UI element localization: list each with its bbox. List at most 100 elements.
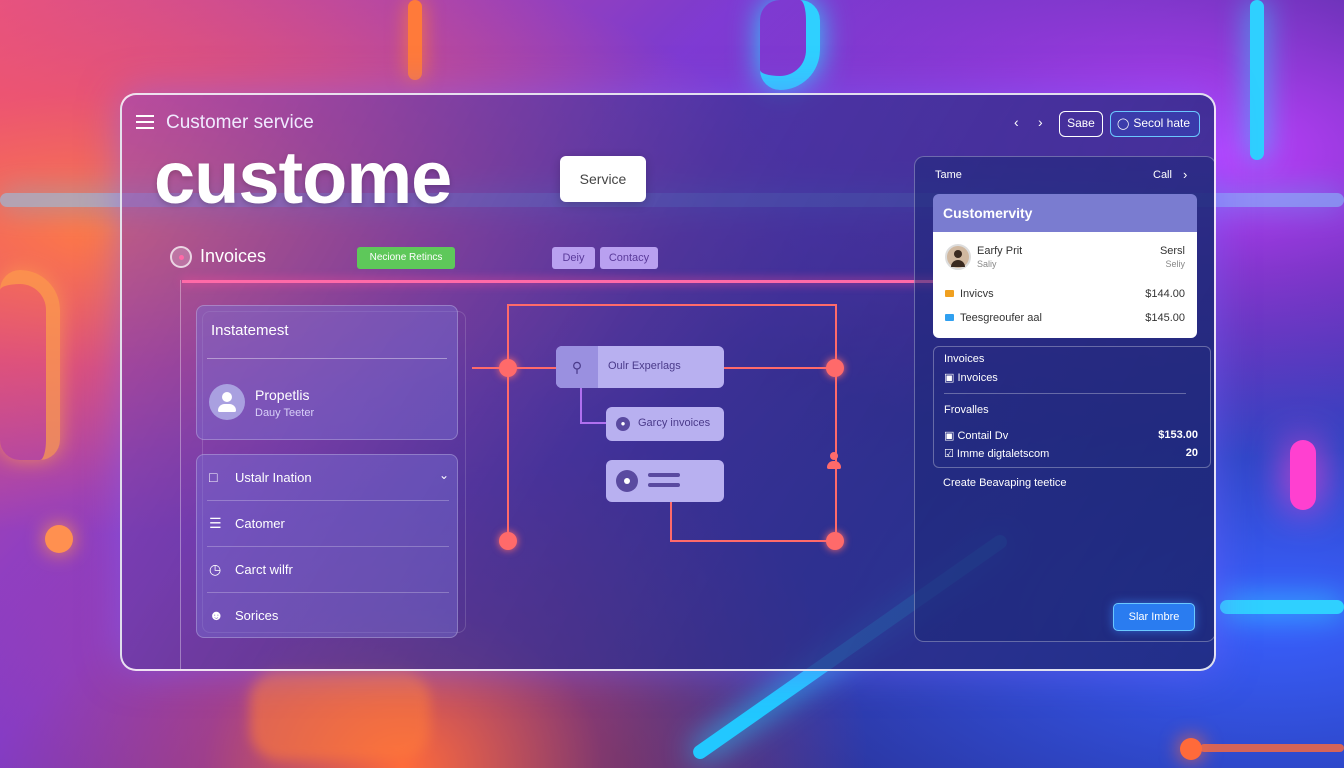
search-icon: ⚲: [556, 346, 598, 388]
menu-item-sorices[interactable]: ☻ Sorices: [207, 593, 449, 639]
neon-line-decoration: [0, 270, 60, 460]
service-chip[interactable]: Service: [560, 156, 646, 202]
clock-icon: ◷: [209, 561, 222, 577]
user-icon: ●: [616, 417, 630, 431]
check-icon: ☑: [944, 448, 957, 460]
flow-node-dot[interactable]: [499, 359, 517, 377]
connector-line: [580, 422, 606, 424]
profile-panel: Instatemest Propetlis Dauy Teeter: [196, 305, 458, 440]
invoices-box-item-label: Invoices: [957, 372, 998, 384]
flow-node-search[interactable]: ⚲ Oulr Experlags: [556, 346, 724, 388]
invoices-box-title: Invoices: [944, 353, 985, 365]
placeholder-bar: [648, 483, 680, 487]
invoices-box-row-label: Imme digtaletscom: [956, 448, 1050, 460]
flow-node-label: Oulr Experlags: [608, 360, 681, 372]
card-row[interactable]: Teesgreoufer aal: [945, 312, 1042, 324]
placeholder-bar: [648, 473, 680, 477]
detail-panel: Tame Call › Customervity Earfy Prit Sali…: [914, 156, 1214, 642]
user-icon: [616, 470, 638, 492]
flow-node-dot[interactable]: [826, 532, 844, 550]
chevron-right-icon[interactable]: ›: [1183, 167, 1187, 182]
invoices-heading: Invoices: [200, 246, 267, 266]
connector-line: [507, 304, 509, 544]
hero-title: custome: [154, 136, 452, 219]
status-tag-green[interactable]: Necione Retincs: [357, 247, 455, 269]
card-row-label: Teesgreoufer aal: [960, 312, 1042, 324]
invoices-box-item[interactable]: ▣ Invoices: [944, 371, 998, 384]
divider: [944, 393, 1186, 394]
flow-diagram: ⚲ Oulr Experlags ● Garcy invoices: [472, 300, 852, 560]
flow-node-dot[interactable]: [499, 532, 517, 550]
tag-contact[interactable]: Contacy: [600, 247, 658, 269]
hamburger-icon[interactable]: [136, 115, 154, 129]
chevron-left-icon[interactable]: ‹: [1014, 114, 1019, 130]
card-row-amount: $144.00: [1145, 288, 1185, 300]
users-icon: ☻: [209, 607, 224, 623]
invoices-box-row[interactable]: ☑ Imme digtaletscom: [944, 447, 1049, 460]
profile-panel-heading: Instatemest: [211, 322, 289, 339]
invoices-box-row-amount: 20: [1185, 447, 1198, 459]
neon-line-decoration: [1200, 744, 1344, 752]
connector-line: [507, 304, 837, 306]
connector-line: [724, 367, 836, 369]
divider: [207, 358, 447, 359]
menu-item-label: Carct wilfr: [235, 562, 293, 577]
window-icon: □: [209, 469, 218, 485]
connector-line: [580, 388, 582, 424]
list-icon: ☰: [209, 515, 222, 531]
accent-divider: [182, 280, 982, 283]
tag-icon: [945, 314, 954, 321]
invoices-box-row-amount: $153.00: [1158, 429, 1198, 441]
avatar[interactable]: [209, 384, 245, 420]
chat-bubble-icon: ◯: [1117, 118, 1130, 130]
menu-item-ustalr-ination[interactable]: □ Ustalr Ination ⌄: [207, 455, 449, 501]
flow-node-dot[interactable]: [826, 359, 844, 377]
menu-item-carct-wilfr[interactable]: ◷ Carct wilfr: [207, 547, 449, 593]
tag-duty[interactable]: Deiy: [552, 247, 595, 269]
flow-node-label: Garcy invoices: [638, 417, 711, 429]
card-row-label: Invicvs: [960, 288, 994, 300]
save-button[interactable]: Saвe: [1059, 111, 1103, 137]
call-link[interactable]: Call: [1153, 169, 1172, 181]
connector-line: [835, 304, 837, 544]
customer-tag-subtitle: Seliy: [1165, 259, 1185, 269]
contact-icon: ▣: [944, 430, 958, 442]
neon-glow-decoration: [1290, 440, 1316, 510]
primary-action-button[interactable]: Slar Imbre: [1113, 603, 1195, 631]
menu-item-catomer[interactable]: ☰ Catomer: [207, 501, 449, 547]
menu-item-label: Sorices: [235, 608, 279, 623]
vertical-divider: [180, 280, 181, 669]
card-row-amount: $145.00: [1145, 312, 1185, 324]
customer-card: Earfy Prit Saliy Sersl Seliy Invicvs $14…: [933, 232, 1197, 338]
invoices-box-section: Frovalles: [944, 404, 989, 416]
profile-name: Propetlis: [255, 387, 310, 403]
invoice-icon: ▣: [944, 372, 958, 384]
invoices-box-row[interactable]: ▣ Contail Dv: [944, 429, 1008, 442]
neon-dot-decoration: [1180, 738, 1202, 760]
social-chat-button[interactable]: ◯ Secol hate: [1110, 111, 1200, 137]
menu-item-label: Catomer: [235, 516, 285, 531]
card-row[interactable]: Invicvs: [945, 288, 994, 300]
detail-panel-header-left: Tame: [935, 169, 962, 181]
social-chat-label: Secol hate: [1133, 116, 1191, 130]
invoices-box-row-label: Contail Dv: [957, 430, 1009, 442]
flow-node-profile[interactable]: [606, 460, 724, 502]
create-link[interactable]: Create Beavaping teetice: [943, 477, 1067, 489]
radio-indicator-icon[interactable]: [170, 246, 192, 268]
neon-line-decoration: [408, 0, 422, 80]
side-menu: □ Ustalr Ination ⌄ ☰ Catomer ◷ Carct wil…: [196, 454, 458, 638]
chevron-down-icon[interactable]: ⌄: [439, 468, 449, 482]
customer-name: Earfy Prit: [977, 245, 1023, 257]
customer-subtitle: Saliy: [977, 259, 997, 269]
invoices-box: Invoices ▣ Invoices Frovalles ▣ Contail …: [933, 346, 1211, 468]
neon-glow-decoration: [250, 670, 430, 760]
menu-item-label: Ustalr Ination: [235, 470, 312, 485]
profile-subtitle: Dauy Teeter: [255, 407, 315, 419]
connector-line: [670, 540, 836, 542]
chevron-right-icon[interactable]: ›: [1038, 114, 1043, 130]
avatar[interactable]: [945, 244, 971, 270]
person-icon[interactable]: [827, 452, 841, 470]
neon-line-decoration: [1250, 0, 1264, 160]
invoice-icon: [945, 290, 954, 297]
flow-node-invoices[interactable]: ● Garcy invoices: [606, 407, 724, 441]
